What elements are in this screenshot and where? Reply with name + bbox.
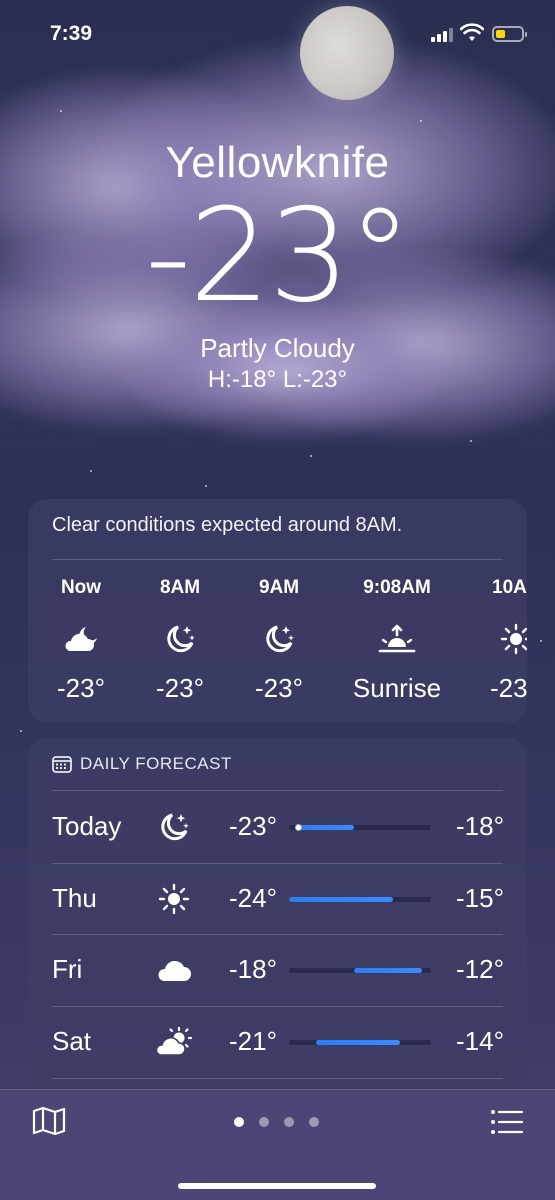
page-dot[interactable] [259,1117,269,1127]
hour-label: Now [60,577,102,598]
sun-icon [154,879,194,919]
list-icon[interactable] [490,1108,524,1136]
cellular-signal-icon [431,28,453,42]
divider [52,1078,503,1079]
bottom-toolbar [0,1089,555,1200]
day-low: -21° [229,1026,277,1056]
day-name: Fri [52,954,83,984]
hour-value: -23° [57,673,105,703]
current-temperature: -23° [144,182,412,331]
daily-forecast-header: DAILY FORECAST [52,754,232,774]
calendar-icon [52,756,72,773]
page-indicator[interactable] [234,1117,319,1127]
divider [52,559,503,560]
day-high: -14° [456,1026,504,1056]
hour-label: 9:08AM [363,577,431,598]
daily-forecast-title: DAILY FORECAST [80,754,232,773]
high-low: H:-18° L:-23° [207,366,348,393]
page-dot[interactable] [284,1117,294,1127]
day-low: -23° [229,811,277,841]
hour-label: 8AM [159,577,201,598]
temperature-range-track [289,824,431,831]
sun-cloud-icon [154,1022,194,1062]
temperature-range-bar [315,1040,400,1045]
day-high: -15° [456,883,504,913]
temperature-range-track [289,968,431,973]
moon-cloud-icon [31,617,131,661]
sunrise-icon [338,617,456,661]
hour-label: 9AM [258,577,300,598]
hour-label: 10A [492,577,527,598]
hourly-forecast-card[interactable]: Clear conditions expected around 8AM. No… [28,499,527,723]
daily-forecast-card[interactable]: DAILY FORECAST Today -23° -18° Thu -24° … [28,738,527,1098]
day-row-fri[interactable]: Fri -18° -12° [28,934,527,1006]
temperature-range-track [289,897,431,902]
day-row-thu[interactable]: Thu -24° -15° [28,863,527,935]
page-dot[interactable] [234,1117,244,1127]
hour-item: 9:08AM Sunrise [338,577,456,704]
day-low: -18° [229,954,277,984]
hour-value: -23 [490,673,527,703]
temperature-range-bar [289,897,393,902]
hour-item: Now -23° [31,577,131,704]
cloud-icon [154,950,194,990]
temperature-range-bar [297,825,355,830]
temperature-range-track [289,1040,431,1045]
temperature-range-bar [354,968,423,973]
moon-stars-icon [229,617,329,661]
hour-value: -23° [255,673,303,703]
wifi-icon [460,23,484,41]
hour-item-clip: 10A -23 [472,499,527,723]
sun-icon [476,617,527,661]
hour-item: 8AM -23° [130,577,230,704]
hour-value: -23° [156,673,204,703]
moon-stars-icon [130,617,230,661]
page-dot[interactable] [309,1117,319,1127]
day-row-today[interactable]: Today -23° -18° [28,791,527,863]
battery-icon [492,26,527,42]
moon-stars-icon [154,807,194,847]
day-low: -24° [229,883,277,913]
hour-item: 10A -23 [476,577,527,704]
day-name: Sat [52,1026,92,1056]
map-icon[interactable] [32,1106,66,1136]
hour-item: 9AM -23° [229,577,329,704]
status-time: 7:39 [50,22,93,45]
day-high: -12° [456,954,504,984]
hour-value: Sunrise [352,673,442,703]
day-name: Thu [52,883,97,913]
city-name: Yellowknife [165,138,390,187]
home-indicator[interactable] [178,1183,376,1189]
status-bar: 7:39 [0,0,555,70]
hourly-summary: Clear conditions expected around 8AM. [52,514,403,536]
current-temperature-dot [294,824,302,831]
day-row-sat[interactable]: Sat -21° -14° [28,1006,527,1078]
current-condition: Partly Cloudy [200,333,355,363]
day-name: Today [52,811,122,841]
day-high: -18° [456,811,504,841]
